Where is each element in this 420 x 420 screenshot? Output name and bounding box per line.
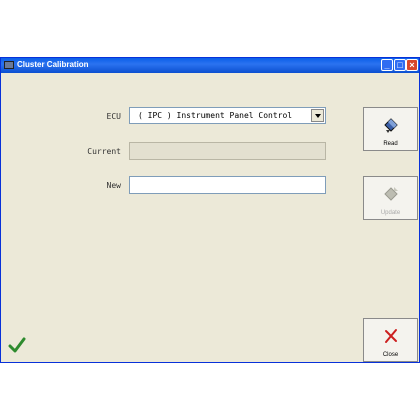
window-title: Cluster Calibration xyxy=(17,60,89,69)
update-button[interactable]: Update xyxy=(363,176,418,220)
ecu-label: ECU xyxy=(106,112,121,121)
new-label: New xyxy=(106,181,121,190)
current-field xyxy=(129,142,326,160)
update-chip-icon xyxy=(384,187,398,201)
ecu-selected-value: ( IPC ) Instrument Panel Control xyxy=(138,111,293,120)
new-field[interactable] xyxy=(129,176,326,194)
update-button-label: Update xyxy=(380,210,401,216)
read-chip-icon xyxy=(384,118,398,133)
chevron-down-icon[interactable] xyxy=(311,109,324,122)
calibration-window: Cluster Calibration _ □ × ECU ( IPC ) In… xyxy=(0,57,420,363)
close-button-label: Close xyxy=(382,352,399,358)
ecu-dropdown[interactable]: ( IPC ) Instrument Panel Control xyxy=(129,107,326,124)
title-bar[interactable]: Cluster Calibration _ □ × xyxy=(1,58,419,73)
checkmark-icon xyxy=(8,337,26,353)
minimize-button[interactable]: _ xyxy=(381,59,393,71)
app-icon xyxy=(4,61,14,69)
read-button-label: Read xyxy=(383,141,398,147)
maximize-button[interactable]: □ xyxy=(394,59,406,71)
close-x-icon xyxy=(385,329,397,343)
read-button[interactable]: Read xyxy=(363,107,418,151)
close-button[interactable]: Close xyxy=(363,318,418,362)
close-window-button[interactable]: × xyxy=(406,59,418,71)
current-label: Current xyxy=(87,147,121,156)
